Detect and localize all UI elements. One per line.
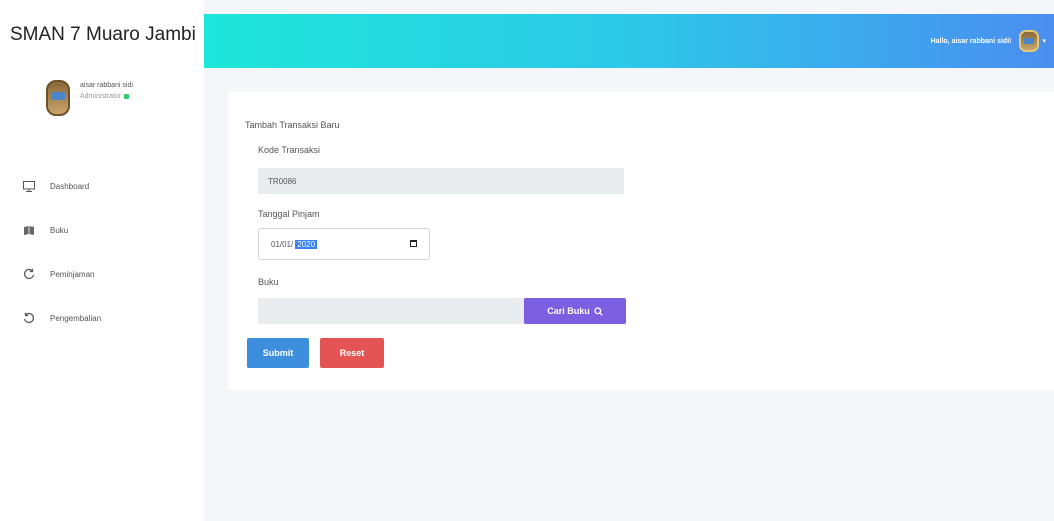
calendar-icon[interactable] xyxy=(410,240,417,247)
greeting-text: Hallo, aisar rabbani sidi! xyxy=(930,37,1012,45)
sidebar-item-label: Peminjaman xyxy=(50,269,95,279)
buku-label: Buku xyxy=(258,277,279,287)
user-role-label: Administrator xyxy=(80,93,122,100)
online-status-icon xyxy=(124,94,130,99)
chevron-down-icon[interactable]: ▾ xyxy=(1042,37,1046,45)
refresh-icon xyxy=(22,268,36,280)
date-year-selected: 2020 xyxy=(295,239,318,249)
brand-title[interactable]: SMAN 7 Muaro Jambi xyxy=(0,0,204,70)
sidebar-item-label: Dashboard xyxy=(50,181,90,191)
sidebar-nav: Dashboard Buku Peminjaman Pengembalian xyxy=(0,164,204,340)
tanggal-pinjam-input[interactable]: 01/01/2020 xyxy=(258,228,430,260)
cari-buku-button[interactable]: Cari Buku xyxy=(524,298,626,324)
form-title: Tambah Transaksi Baru xyxy=(245,120,340,130)
undo-icon xyxy=(22,312,36,324)
sidebar-item-peminjaman[interactable]: Peminjaman xyxy=(0,252,204,296)
user-role: Administrator xyxy=(80,93,133,100)
sidebar-item-buku[interactable]: Buku xyxy=(0,208,204,252)
sidebar-item-label: Pengembalian xyxy=(50,313,102,323)
user-panel: aisar rabbani sidi Administrator xyxy=(0,70,204,140)
cari-buku-label: Cari Buku xyxy=(547,306,590,316)
sidebar-item-dashboard[interactable]: Dashboard xyxy=(0,164,204,208)
sidebar: SMAN 7 Muaro Jambi aisar rabbani sidi Ad… xyxy=(0,0,204,521)
transaction-form-card: Tambah Transaksi Baru Kode Transaksi TR0… xyxy=(228,92,1054,390)
avatar xyxy=(46,80,70,116)
user-info: aisar rabbani sidi Administrator xyxy=(80,82,133,100)
kode-transaksi-label: Kode Transaksi xyxy=(258,145,321,155)
user-name: aisar rabbani sidi xyxy=(80,82,133,89)
reset-button[interactable]: Reset xyxy=(320,338,384,368)
kode-transaksi-field[interactable]: TR0086 xyxy=(258,168,624,194)
tanggal-pinjam-label: Tanggal Pinjam xyxy=(258,209,320,219)
date-prefix: 01/01/ xyxy=(271,239,294,249)
book-icon xyxy=(22,225,36,236)
monitor-icon xyxy=(22,180,36,192)
header-avatar[interactable] xyxy=(1019,30,1040,52)
submit-button[interactable]: Submit xyxy=(247,338,309,368)
sidebar-item-label: Buku xyxy=(50,225,69,235)
buku-field[interactable] xyxy=(258,298,524,324)
search-icon xyxy=(594,306,603,316)
sidebar-item-pengembalian[interactable]: Pengembalian xyxy=(0,296,204,340)
top-header: Hallo, aisar rabbani sidi! ▾ xyxy=(204,14,1054,68)
